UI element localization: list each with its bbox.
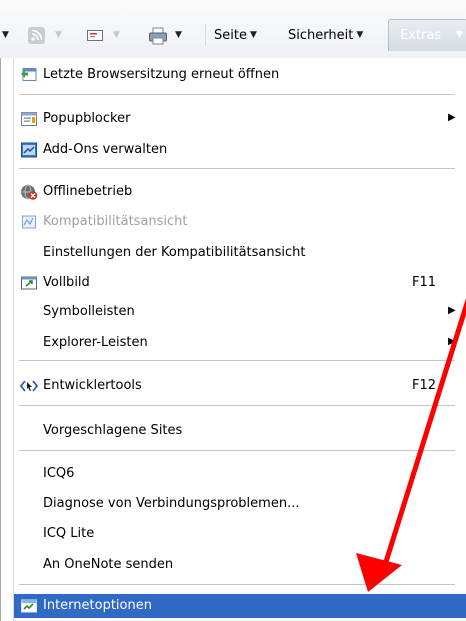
menu-item-label: Offlinebetrieb: [43, 184, 133, 199]
submenu-arrow-icon: ▶: [448, 305, 456, 316]
menu-item-send-to-onenote[interactable]: An OneNote senden: [1, 553, 466, 577]
menu-item-developer-tools[interactable]: Entwicklertools F12: [1, 374, 466, 398]
menu-item-label: Kompatibilitätsansicht: [43, 214, 188, 229]
menu-item-label: Vorgeschlagene Sites: [43, 423, 183, 438]
menu-item-shortcut: F11: [412, 275, 437, 290]
menu-item-label: Internetoptionen: [43, 598, 152, 613]
sicherheit-menu-button[interactable]: Sicherheit ▼: [288, 24, 363, 46]
menu-item-label: Letzte Browsersitzung erneut öffnen: [43, 67, 280, 82]
menu-item-label: ICQ6: [43, 466, 75, 481]
menu-item-restore-session[interactable]: Letzte Browsersitzung erneut öffnen: [1, 63, 466, 87]
command-bar: ▼ ▼ ▼ ▼ Seite ▼ Sicherheit ▼ Extras ▼: [0, 0, 466, 59]
compatibility-icon: [20, 213, 38, 231]
internet-options-icon: [20, 597, 38, 615]
seite-menu-button[interactable]: Seite ▼: [214, 24, 257, 46]
fullscreen-icon: [20, 274, 38, 292]
rss-dropdown-icon[interactable]: ▼: [55, 30, 62, 40]
menu-item-addons[interactable]: Add-Ons verwalten: [1, 138, 466, 162]
menu-item-popupblocker[interactable]: Popupblocker ▶: [1, 107, 466, 131]
seite-label: Seite: [214, 27, 247, 43]
menu-item-label: Einstellungen der Kompatibilitätsansicht: [43, 245, 306, 260]
menu-item-icq-lite[interactable]: ICQ Lite: [1, 522, 466, 546]
menu-separator: [19, 168, 455, 169]
menu-item-label: ICQ Lite: [43, 526, 95, 541]
menu-separator: [19, 584, 455, 585]
addons-icon: [20, 141, 38, 159]
menu-item-offline[interactable]: Offlinebetrieb: [1, 180, 466, 204]
print-button[interactable]: ▼: [148, 24, 182, 46]
mail-button[interactable]: ▼: [86, 24, 120, 46]
submenu-arrow-icon: ▶: [448, 112, 456, 123]
menu-item-explorer-bars[interactable]: Explorer-Leisten ▶: [1, 331, 466, 355]
menu-separator: [19, 360, 455, 361]
chevron-down-icon: ▼: [249, 30, 257, 40]
menu-item-icq6[interactable]: ICQ6: [1, 462, 466, 486]
menu-item-shortcut: F12: [412, 378, 437, 393]
menu-item-toolbars[interactable]: Symbolleisten ▶: [1, 300, 466, 324]
extras-dropdown-menu: Letzte Browsersitzung erneut öffnen Popu…: [0, 58, 466, 621]
devtools-icon: [19, 377, 39, 395]
menu-item-connection-diagnosis[interactable]: Diagnose von Verbindungsproblemen...: [1, 492, 466, 516]
menu-item-label: Popupblocker: [43, 111, 131, 126]
submenu-arrow-icon: ▶: [448, 336, 456, 347]
menu-item-label: Add-Ons verwalten: [43, 142, 168, 157]
sicherheit-label: Sicherheit: [288, 27, 354, 43]
print-dropdown-icon[interactable]: ▼: [175, 30, 182, 40]
rss-feed-button[interactable]: ▼: [28, 24, 62, 46]
popup-blocker-icon: [20, 110, 38, 128]
overflow-chevron-icon[interactable]: ▼: [0, 24, 9, 46]
extras-menu-button[interactable]: Extras ▼: [388, 19, 466, 51]
menu-item-label: An OneNote senden: [43, 557, 174, 572]
menu-item-label: Symbolleisten: [43, 304, 135, 319]
menu-separator: [19, 405, 455, 406]
mail-dropdown-icon[interactable]: ▼: [113, 30, 120, 40]
menu-item-label: Explorer-Leisten: [43, 335, 148, 350]
offline-icon: [20, 183, 38, 201]
menu-separator: [19, 450, 455, 451]
menu-item-fullscreen[interactable]: Vollbild F11: [1, 271, 466, 295]
printer-icon: [148, 27, 168, 44]
menu-item-label: Entwicklertools: [43, 378, 142, 393]
menu-item-label: Diagnose von Verbindungsproblemen...: [43, 496, 300, 511]
chevron-down-icon: ▼: [456, 30, 463, 40]
rss-feed-icon: [28, 26, 45, 44]
chevron-down-icon: ▼: [356, 30, 364, 40]
extras-label: Extras: [400, 28, 442, 43]
toolbar-divider: [205, 24, 206, 46]
menu-item-compatibility-settings[interactable]: Einstellungen der Kompatibilitätsansicht: [1, 241, 466, 265]
menu-item-label: Vollbild: [43, 275, 90, 290]
menu-separator: [19, 94, 455, 95]
restore-session-icon: [20, 66, 38, 84]
mail-icon: [86, 27, 103, 44]
menu-item-internet-options[interactable]: Internetoptionen: [14, 594, 466, 618]
menu-item-suggested-sites[interactable]: Vorgeschlagene Sites: [1, 419, 466, 443]
menu-item-compatibility-view: Kompatibilitätsansicht: [1, 210, 466, 234]
